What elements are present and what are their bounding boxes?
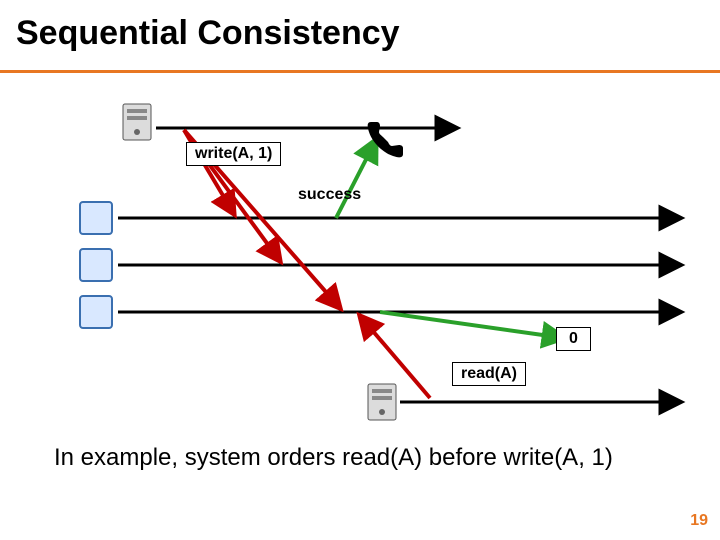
client-icon-bottom	[368, 384, 396, 420]
read-label: read(A)	[452, 362, 526, 386]
success-label: success	[290, 184, 369, 206]
zero-label: 0	[556, 327, 591, 351]
client-icon-top	[123, 104, 151, 140]
slide-number: 19	[690, 512, 708, 530]
read-reply-arrow	[380, 312, 564, 338]
success-arrow	[336, 140, 376, 218]
write-label: write(A, 1)	[186, 142, 281, 166]
replica-box-1	[80, 202, 112, 234]
replica-box-2	[80, 249, 112, 281]
replica-box-3	[80, 296, 112, 328]
caption-text: In example, system orders read(A) before…	[54, 444, 613, 472]
